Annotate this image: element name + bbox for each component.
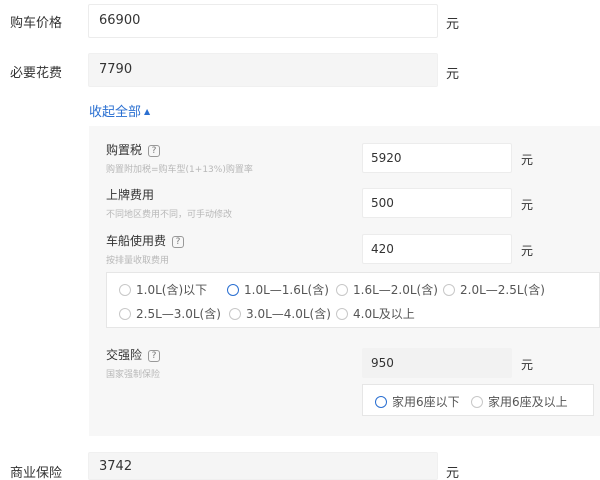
radio-displacement-0[interactable]: 1.0L(含)以下 — [119, 281, 207, 298]
compulsory-insurance-subtitle: 国家强制保险 — [106, 370, 161, 380]
radio-circle — [443, 284, 455, 296]
license-fee-unit: 元 — [521, 198, 534, 212]
license-fee-input[interactable]: 500 — [362, 188, 512, 218]
fees-detail-panel: 购置税? 购置附加税=购车型(1+13%)购置率 5920 元 上牌费用 不同地… — [89, 126, 600, 436]
radio-label: 2.0L—2.5L(含) — [460, 283, 545, 297]
radio-circle — [119, 284, 131, 296]
compulsory-insurance-title: 交强险 — [106, 348, 143, 362]
compulsory-insurance-title-row: 交强险? — [106, 346, 161, 363]
radio-displacement-3[interactable]: 2.0L—2.5L(含) — [443, 281, 545, 298]
question-icon[interactable]: ? — [148, 350, 161, 362]
vehicle-tax-subtitle: 按排量收取费用 — [106, 256, 170, 266]
radio-label: 家用6座以下 — [392, 395, 460, 409]
car-price-label: 购车价格 — [10, 16, 63, 31]
compulsory-insurance-unit: 元 — [521, 358, 534, 372]
radio-circle — [119, 308, 131, 320]
vehicle-tax-unit: 元 — [521, 244, 534, 258]
compulsory-insurance-input: 950 — [362, 348, 512, 378]
radio-label: 1.0L—1.6L(含) — [244, 283, 329, 297]
radio-label: 2.5L—3.0L(含) — [136, 307, 221, 321]
caret-up-icon: ▲ — [144, 107, 151, 116]
vehicle-tax-title: 车船使用费 — [106, 234, 167, 248]
license-fee-subtitle: 不同地区费用不同，可手动修改 — [106, 210, 233, 220]
commercial-insurance-unit: 元 — [446, 466, 460, 480]
radio-label: 1.0L(含)以下 — [136, 283, 208, 297]
commercial-insurance-input: 3742 — [88, 452, 438, 480]
car-price-input[interactable]: 66900 — [88, 4, 438, 38]
vehicle-tax-input[interactable]: 420 — [362, 234, 512, 264]
radio-label: 1.6L—2.0L(含) — [353, 283, 438, 297]
vehicle-tax-title-row: 车船使用费? — [106, 232, 185, 249]
radio-label: 4.0L及以上 — [353, 307, 415, 321]
purchase-tax-subtitle: 购置附加税=购车型(1+13%)购置率 — [106, 165, 253, 175]
license-fee-title: 上牌费用 — [106, 188, 155, 202]
radio-circle — [229, 308, 241, 320]
purchase-tax-unit: 元 — [521, 153, 534, 167]
necessary-fees-label: 必要花费 — [10, 66, 63, 81]
displacement-options: 1.0L(含)以下 1.0L—1.6L(含) 1.6L—2.0L(含) 2.0L… — [106, 272, 600, 328]
radio-circle — [336, 308, 348, 320]
radio-circle — [471, 396, 483, 408]
purchase-tax-title: 购置税 — [106, 143, 143, 157]
purchase-tax-input[interactable]: 5920 — [362, 143, 512, 173]
necessary-fees-unit: 元 — [446, 67, 460, 82]
seat-options: 家用6座以下 家用6座及以上 — [362, 384, 594, 416]
necessary-fees-input: 7790 — [88, 53, 438, 87]
radio-displacement-5[interactable]: 3.0L—4.0L(含) — [229, 305, 331, 322]
radio-circle-selected — [375, 396, 387, 408]
collapse-all-label: 收起全部 — [89, 105, 142, 120]
purchase-tax-title-row: 购置税? — [106, 141, 161, 158]
radio-seats-under-6[interactable]: 家用6座以下 — [375, 393, 460, 410]
question-icon[interactable]: ? — [148, 145, 161, 157]
radio-circle-selected — [227, 284, 239, 296]
radio-displacement-1[interactable]: 1.0L—1.6L(含) — [227, 281, 329, 298]
radio-displacement-6[interactable]: 4.0L及以上 — [336, 305, 415, 322]
radio-label: 3.0L—4.0L(含) — [246, 307, 331, 321]
question-icon[interactable]: ? — [172, 236, 185, 248]
commercial-insurance-label: 商业保险 — [10, 466, 63, 480]
radio-circle — [336, 284, 348, 296]
radio-displacement-2[interactable]: 1.6L—2.0L(含) — [336, 281, 438, 298]
car-price-unit: 元 — [446, 17, 460, 32]
radio-label: 家用6座及以上 — [488, 395, 568, 409]
radio-displacement-4[interactable]: 2.5L—3.0L(含) — [119, 305, 221, 322]
collapse-all-link[interactable]: 收起全部 ▲ — [89, 101, 150, 120]
radio-seats-6-plus[interactable]: 家用6座及以上 — [471, 393, 568, 410]
